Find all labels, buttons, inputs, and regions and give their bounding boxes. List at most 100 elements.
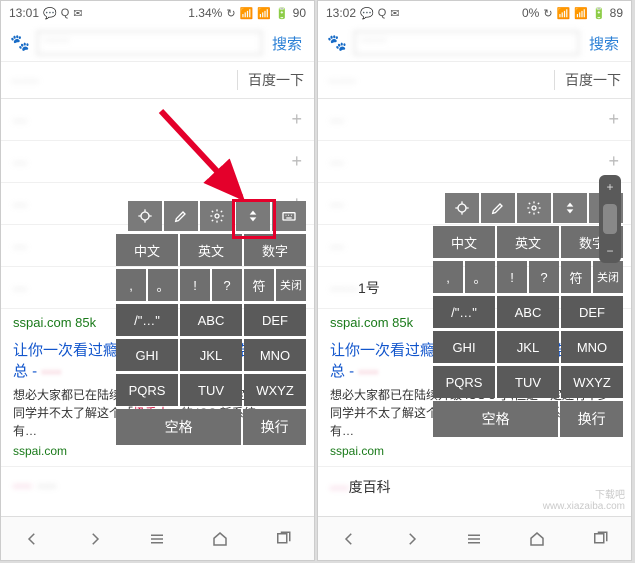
edit-icon[interactable]: [481, 193, 515, 223]
battery-num: 89: [610, 6, 623, 20]
annotation-arrow-icon: [151, 101, 271, 221]
add-icon[interactable]: +: [291, 109, 302, 130]
kb-key-punct[interactable]: /"…": [433, 296, 495, 328]
kb-key-comma[interactable]: ,: [433, 261, 463, 293]
kb-key-mno[interactable]: MNO: [561, 331, 623, 363]
floating-keyboard: 中文 英文 数字 , 。 ! ? 符 关闭 /"…" ABC DEF GHI J…: [116, 201, 306, 445]
search-button[interactable]: 搜索: [268, 33, 306, 54]
kb-key-abc[interactable]: ABC: [497, 296, 559, 328]
list-item[interactable]: ···+: [318, 99, 631, 141]
baidu-yixia-button[interactable]: 百度一下: [554, 70, 621, 90]
watermark: 下载吧 www.xiazaiba.com: [543, 490, 625, 512]
kb-key-pqrs[interactable]: PQRS: [433, 366, 495, 398]
wifi-icon: 📶: [557, 7, 571, 20]
result-url[interactable]: sspai.com: [318, 442, 631, 466]
phone-right: 13:02 💬 Q ✉ 0% ↻ 📶 📶 🔋 89 🐾 ······ 搜索 ··…: [317, 0, 632, 561]
nav-forward-button[interactable]: [392, 519, 432, 559]
kb-key-en[interactable]: 英文: [497, 226, 559, 258]
floating-keyboard: 中文 英文 数字 , 。 ! ? 符 关闭 /"…" ABC DEF GHI J…: [433, 193, 623, 437]
kb-key-tuv[interactable]: TUV: [180, 374, 242, 406]
result-url[interactable]: sspai.com: [1, 442, 314, 466]
phone-left: 13:01 💬 Q ✉ 1.34% ↻ 📶 📶 🔋 90 🐾 ······ 搜索…: [0, 0, 315, 561]
nav-back-button[interactable]: [329, 519, 369, 559]
nav-menu-button[interactable]: [454, 519, 494, 559]
kb-key-def[interactable]: DEF: [244, 304, 306, 336]
add-icon[interactable]: +: [608, 151, 619, 172]
nav-back-button[interactable]: [12, 519, 52, 559]
kb-key-comma[interactable]: ,: [116, 269, 146, 301]
sync-icon: ↻: [226, 7, 235, 20]
baidu-logo-icon: 🐾: [9, 32, 31, 54]
kb-space[interactable]: 空格: [116, 409, 241, 445]
msg-icon: ✉: [390, 7, 399, 20]
plus-icon[interactable]: +: [606, 181, 613, 193]
kb-key-punct[interactable]: /"…": [116, 304, 178, 336]
kb-key-period[interactable]: 。: [465, 261, 495, 293]
kb-key-quest[interactable]: ?: [212, 269, 242, 301]
kb-key-cn[interactable]: 中文: [433, 226, 495, 258]
search-button[interactable]: 搜索: [585, 33, 623, 54]
search-input[interactable]: ······: [37, 31, 262, 55]
add-icon[interactable]: +: [608, 109, 619, 130]
kb-enter[interactable]: 换行: [243, 409, 306, 445]
slider-thumb[interactable]: [603, 204, 617, 234]
keyboard-icon[interactable]: [272, 201, 306, 231]
kb-key-ghi[interactable]: GHI: [116, 339, 178, 371]
kb-key-excl[interactable]: !: [180, 269, 210, 301]
kb-enter[interactable]: 换行: [560, 401, 623, 437]
kb-key-jkl[interactable]: JKL: [180, 339, 242, 371]
gear-icon[interactable]: [517, 193, 551, 223]
signal-icon: 📶: [257, 7, 271, 20]
kb-key-sym[interactable]: 符: [561, 261, 591, 293]
kb-key-tuv[interactable]: TUV: [497, 366, 559, 398]
time-label: 13:01: [9, 6, 39, 20]
scroll-slider[interactable]: + −: [599, 175, 621, 263]
kb-key-abc[interactable]: ABC: [180, 304, 242, 336]
baidu-logo-icon: 🐾: [326, 32, 348, 54]
q-icon: Q: [61, 7, 70, 19]
nav-tabs-button[interactable]: [580, 519, 620, 559]
kb-key-quest[interactable]: ?: [529, 261, 559, 293]
kb-key-jkl[interactable]: JKL: [497, 331, 559, 363]
battery-pct: 1.34%: [188, 6, 222, 20]
chat-icon: 💬: [360, 7, 374, 20]
kb-key-wxyz[interactable]: WXYZ: [561, 366, 623, 398]
list-item[interactable]: ········: [1, 466, 314, 503]
kb-key-excl[interactable]: !: [497, 261, 527, 293]
kb-key-sym[interactable]: 符: [244, 269, 274, 301]
kb-key-wxyz[interactable]: WXYZ: [244, 374, 306, 406]
add-icon[interactable]: +: [291, 151, 302, 172]
list-item[interactable]: ···+: [318, 141, 631, 183]
msg-icon: ✉: [73, 7, 82, 20]
nav-tabs-button[interactable]: [263, 519, 303, 559]
nav-forward-button[interactable]: [75, 519, 115, 559]
kb-key-cn[interactable]: 中文: [116, 234, 178, 266]
nav-home-button[interactable]: [517, 519, 557, 559]
kb-key-def[interactable]: DEF: [561, 296, 623, 328]
minus-icon[interactable]: −: [606, 245, 613, 257]
kb-close-button[interactable]: 关闭: [593, 261, 623, 293]
baidu-yixia-button[interactable]: 百度一下: [237, 70, 304, 90]
sub-search-input[interactable]: ······: [328, 72, 548, 88]
sub-search-bar: ······ 百度一下: [318, 62, 631, 99]
kb-key-ghi[interactable]: GHI: [433, 331, 495, 363]
kb-close-button[interactable]: 关闭: [276, 269, 306, 301]
battery-icon: 🔋: [275, 7, 289, 20]
wifi-icon: 📶: [240, 7, 254, 20]
kb-space[interactable]: 空格: [433, 401, 558, 437]
target-icon[interactable]: [445, 193, 479, 223]
kb-key-pqrs[interactable]: PQRS: [116, 374, 178, 406]
kb-key-mno[interactable]: MNO: [244, 339, 306, 371]
status-bar: 13:02 💬 Q ✉ 0% ↻ 📶 📶 🔋 89: [318, 1, 631, 25]
bottom-nav: [318, 516, 631, 560]
search-bar: 🐾 ······ 搜索: [1, 25, 314, 62]
search-input[interactable]: ······: [354, 31, 579, 55]
q-icon: Q: [378, 7, 387, 19]
kb-key-period[interactable]: 。: [148, 269, 178, 301]
search-bar: 🐾 ······ 搜索: [318, 25, 631, 62]
signal-icon: 📶: [574, 7, 588, 20]
nav-menu-button[interactable]: [137, 519, 177, 559]
nav-home-button[interactable]: [200, 519, 240, 559]
sub-search-input[interactable]: ······: [11, 72, 231, 88]
updown-icon[interactable]: [553, 193, 587, 223]
